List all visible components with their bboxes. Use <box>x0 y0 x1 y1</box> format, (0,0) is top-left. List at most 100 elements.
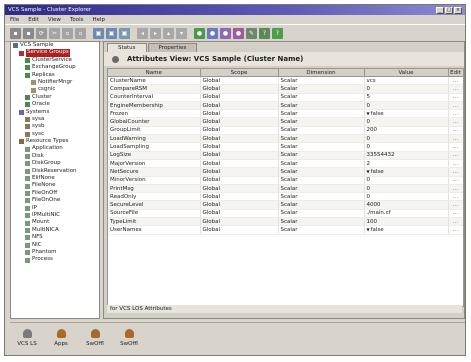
table-row[interactable]: ClusterName Global Scalar vcs… <box>108 76 463 86</box>
edit-button[interactable]: … <box>448 134 463 144</box>
edit-button[interactable]: … <box>448 101 463 111</box>
table-row[interactable]: SecureLevel Global Scalar 4000… <box>108 200 463 210</box>
tree-item[interactable]: sysa <box>11 116 99 123</box>
menu-tools[interactable]: Tools <box>70 17 84 23</box>
toolbar-button-paste[interactable]: ▫ <box>75 27 86 39</box>
table-row[interactable]: LogSize Global Scalar 33554432… <box>108 151 463 160</box>
toolbar-button-help[interactable]: ? <box>272 27 283 39</box>
toolbar-button-forward[interactable]: ▸ <box>150 27 161 39</box>
edit-button[interactable]: … <box>448 126 463 136</box>
tree-item[interactable]: Process <box>11 256 99 263</box>
tree-item[interactable]: Cluster <box>11 94 99 101</box>
edit-button[interactable]: … <box>448 184 463 194</box>
toolbar-button-new[interactable]: ▪ <box>10 27 21 39</box>
table-row[interactable]: PrintMsg Global Scalar 0… <box>108 184 463 194</box>
column-header-scope[interactable]: Scope <box>200 69 279 77</box>
table-row[interactable]: NetSecure Global Scalar ▼false… <box>108 167 463 177</box>
table-row[interactable]: GroupLimit Global Scalar 200… <box>108 126 463 136</box>
edit-button[interactable]: … <box>448 109 463 119</box>
tree-item[interactable]: csgnic <box>11 86 99 93</box>
table-row[interactable]: ReadOnly Global Scalar 0… <box>108 192 463 202</box>
tree-item[interactable]: Resource Types <box>11 138 99 145</box>
tree-item[interactable]: ExchangeGroup <box>11 64 99 71</box>
tree-item[interactable]: ClusterService <box>11 57 99 64</box>
table-row[interactable]: CompareRSM Global Scalar 0… <box>108 84 463 94</box>
tab-status[interactable]: Status <box>107 43 147 52</box>
toolbar-button-add-group[interactable]: ▣ <box>93 27 104 39</box>
tree-item[interactable]: FileNone <box>11 182 99 189</box>
tree-item[interactable]: VCS Sample <box>11 42 99 49</box>
table-row[interactable]: LoadWarning Global Scalar 0… <box>108 134 463 144</box>
tree-item[interactable]: NIC <box>11 242 99 249</box>
column-header-value[interactable]: Value <box>364 69 449 77</box>
table-row[interactable]: MajorVersion Global Scalar 2… <box>108 159 463 169</box>
edit-button[interactable]: … <box>448 192 463 202</box>
table-row[interactable]: LoadSampling Global Scalar 0… <box>108 142 463 152</box>
column-header-edit[interactable]: Edit <box>448 69 463 77</box>
column-header-name[interactable]: Name <box>108 69 201 77</box>
tree-item[interactable]: Phantom <box>11 249 99 256</box>
toolbar-button-wizard[interactable]: ✎ <box>246 27 257 39</box>
menu-help[interactable]: Help <box>93 17 106 23</box>
tree-item[interactable]: DiskGroup <box>11 160 99 167</box>
table-row[interactable]: MinorVersion Global Scalar 0… <box>108 176 463 185</box>
tree-item[interactable]: NFS <box>11 234 99 241</box>
cluster-tree[interactable]: VCS Sample Service Groups ClusterService Ex… <box>10 41 100 319</box>
tree-item[interactable]: IPMultiNIC <box>11 212 99 219</box>
toolbar-button-up[interactable]: ▴ <box>163 27 174 39</box>
tree-item[interactable]: Service Groups <box>11 49 99 57</box>
edit-button[interactable]: … <box>448 142 463 152</box>
tree-item[interactable]: FileOnOne <box>11 197 99 204</box>
bottom-button[interactable]: VCS LS <box>10 329 44 347</box>
bottom-button[interactable]: SwOffl <box>112 329 146 347</box>
tree-item[interactable]: Systems <box>11 109 99 116</box>
table-row[interactable]: EngineMembership Global Scalar 0… <box>108 101 463 111</box>
menu-file[interactable]: File <box>10 17 19 23</box>
table-row[interactable]: GlobalCounter Global Scalar 0… <box>108 117 463 127</box>
tree-item[interactable]: MultiNICA <box>11 227 99 234</box>
edit-button[interactable]: … <box>448 209 463 219</box>
minimize-button[interactable]: _ <box>436 6 444 14</box>
column-header-dimension[interactable]: Dimension <box>278 69 365 77</box>
edit-button[interactable]: … <box>448 217 463 227</box>
toolbar-button-back[interactable]: ◂ <box>137 27 148 39</box>
edit-button[interactable]: … <box>448 84 463 94</box>
tree-item[interactable]: Application <box>11 145 99 152</box>
tree-item[interactable]: Replicas <box>11 72 99 79</box>
tree-item[interactable]: Disk <box>11 153 99 160</box>
edit-button[interactable]: … <box>448 76 463 86</box>
toolbar-button-down[interactable]: ▾ <box>176 27 187 39</box>
edit-button[interactable]: … <box>448 93 463 102</box>
table-row[interactable]: UserNames Global Scalar ▼false… <box>108 225 463 235</box>
tree-item[interactable]: Oracle <box>11 101 99 108</box>
dropdown-arrow-icon[interactable]: ▼ <box>367 227 370 232</box>
bottom-button[interactable]: SwOffl <box>78 329 112 347</box>
toolbar-button-refresh[interactable]: ⟳ <box>36 27 47 39</box>
tree-item[interactable]: NotifierMngr <box>11 79 99 86</box>
dropdown-arrow-icon[interactable]: ▼ <box>367 111 370 116</box>
tree-item[interactable]: sysb <box>11 123 99 130</box>
table-row[interactable]: SourceFile Global Scalar ./main.cf… <box>108 209 463 219</box>
table-row[interactable]: TypeLimit Global Scalar 100… <box>108 217 463 227</box>
tree-item[interactable]: sysc <box>11 131 99 138</box>
edit-button[interactable]: … <box>448 225 463 235</box>
edit-button[interactable]: … <box>448 151 463 160</box>
toolbar-button-link[interactable]: ▣ <box>119 27 130 39</box>
edit-button[interactable]: … <box>448 176 463 185</box>
toolbar-button-switch[interactable]: ● <box>220 27 231 39</box>
bottom-button[interactable]: Apps <box>44 329 78 347</box>
toolbar-button-offline[interactable]: ● <box>207 27 218 39</box>
edit-button[interactable]: … <box>448 117 463 127</box>
tree-item[interactable]: FileOnOff <box>11 190 99 197</box>
toolbar-button-open[interactable]: ▪ <box>23 27 34 39</box>
tab-properties[interactable]: Properties <box>147 43 198 52</box>
table-row[interactable]: Frozen Global Scalar ▼false… <box>108 109 463 119</box>
maximize-button[interactable]: □ <box>445 6 453 14</box>
menu-edit[interactable]: Edit <box>28 17 39 23</box>
edit-button[interactable]: … <box>448 200 463 210</box>
dropdown-arrow-icon[interactable]: ▼ <box>367 169 370 174</box>
tree-item[interactable]: Mount <box>11 219 99 226</box>
toolbar-button-cut[interactable]: ✂ <box>49 27 60 39</box>
toolbar-button-probe[interactable]: ● <box>233 27 244 39</box>
edit-button[interactable]: … <box>448 167 463 177</box>
